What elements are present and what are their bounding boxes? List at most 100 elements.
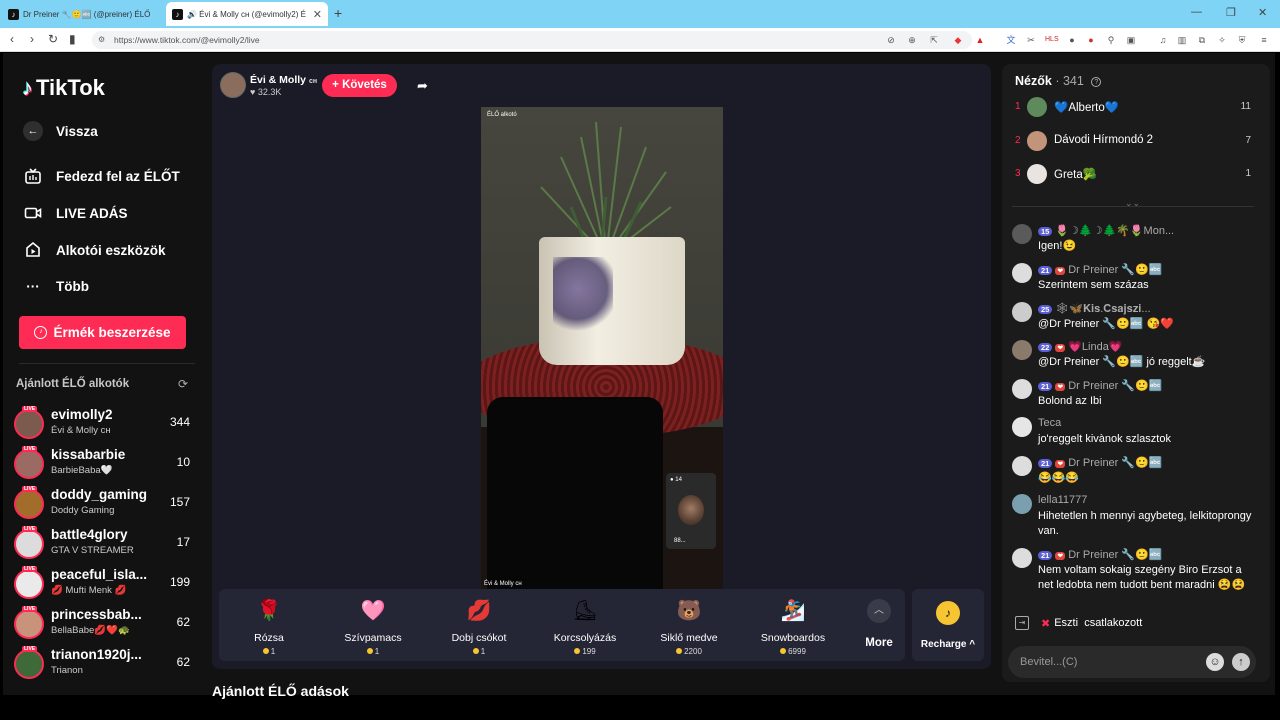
creator-item[interactable]: LIVE princessbab... BellaBabe💋❤️🐢 62 [14, 605, 194, 643]
back-arrow-icon[interactable]: ‹ [10, 32, 14, 46]
guest-video[interactable]: ● 14 88... [666, 473, 716, 549]
avatar[interactable] [1012, 379, 1032, 399]
nav-explore-live[interactable]: Fedezd fel az ÉLŐT [23, 166, 180, 186]
tiktok-favicon-icon: ♪ [8, 8, 19, 20]
viewer-count: 199 [169, 575, 190, 589]
top-viewer-row[interactable]: 1 💙Alberto💙 11 [1002, 95, 1270, 119]
creator-item[interactable]: LIVE battle4glory GTA V STREAMER 17 [14, 525, 194, 563]
chat-user[interactable]: 15 🌷☽🌲☽🌲🌴🌷Mon... [1038, 224, 1174, 237]
avatar[interactable] [1012, 302, 1032, 322]
join-user[interactable]: Eszti [1054, 617, 1078, 629]
avatar[interactable] [1012, 224, 1032, 244]
gift-bar: 🌹 Rózsa 1 🩷 Szívpamacs 1 💋 Dobj csókot 1… [219, 589, 905, 661]
music-icon[interactable]: ♫ [1157, 34, 1169, 46]
send-icon[interactable]: ↑ [1232, 653, 1250, 671]
chat-user[interactable]: 25 🕸🦋𝐊𝐢𝐬.𝐂𝐬𝐚𝐣𝐬𝐳𝐢... [1038, 302, 1151, 316]
get-coins-button[interactable]: ♪ Érmék beszerzése [19, 316, 186, 349]
back-button[interactable]: ← Vissza [23, 121, 98, 141]
chat-input[interactable]: Bevitel...(C) ☺ ↑ [1008, 646, 1256, 678]
chat-user[interactable]: 21 ❤ Dr Preiner 🔧🙂🔤 [1038, 379, 1163, 392]
nav-go-live[interactable]: LIVE ADÁS [23, 203, 128, 223]
sidebar-toggle-icon[interactable]: ▥ [1176, 34, 1188, 46]
extension-icon[interactable]: ● [1085, 34, 1097, 46]
avatar[interactable] [1012, 548, 1032, 568]
browser-tab-2-active[interactable]: ♪ 🔊 Évi & Molly ᴄʜ (@evimolly2) É ✕ [166, 2, 328, 26]
avatar[interactable] [1012, 456, 1032, 476]
chat-text: @Dr Preiner 🔧🙂🔤 😘❤️ [1038, 318, 1174, 330]
translate-icon[interactable]: 文 [1005, 34, 1017, 46]
chat-user[interactable]: 21 ❤ Dr Preiner 🔧🙂🔤 [1038, 263, 1163, 276]
extension-icon[interactable]: ● [1066, 34, 1078, 46]
tiktok-logo[interactable]: ♪ TikTok [22, 75, 105, 101]
close-tab-icon[interactable]: ✕ [313, 8, 322, 21]
top-viewer-row[interactable]: 2 Dávodi Hírmondó 2 7 [1002, 129, 1270, 153]
tiktok-page: ♪ TikTok ← Vissza Fedezd fel az ÉLŐT LIV… [3, 53, 1275, 699]
chat-user[interactable]: 21 ❤ Dr Preiner 🔧🙂🔤 [1038, 456, 1163, 469]
creator-subtitle: GTA V STREAMER [51, 545, 134, 556]
recharge-button[interactable]: ♪ Recharge ^ [912, 589, 984, 661]
site-info-icon[interactable]: ⚙ [98, 31, 105, 49]
browser-tab-1[interactable]: ♪ Dr Preiner 🔧🙂🔤 (@preiner) ÉLŐ [2, 2, 162, 26]
reload-icon[interactable]: ↻ [48, 32, 58, 46]
vpn-icon[interactable]: ⛨ [1236, 34, 1248, 46]
lips-icon: 💋 [466, 600, 492, 622]
brave-shield-icon[interactable]: ◆ [952, 34, 964, 46]
host-info[interactable]: Évi & Molly ᴄʜ ♥ 32.3K [220, 72, 317, 98]
creator-item[interactable]: LIVE evimolly2 Évi & Molly ᴄʜ 344 [14, 405, 194, 443]
hls-extension-icon[interactable]: HLS [1045, 34, 1059, 46]
gift-heart-puff[interactable]: 🩷 Szívpamacs 1 [323, 589, 423, 661]
avatar[interactable] [1012, 263, 1032, 283]
extension-icon[interactable]: ✧ [1216, 34, 1228, 46]
extensions-icon[interactable]: ⧉ [1196, 34, 1208, 46]
creator-name: doddy_gaming [51, 487, 148, 502]
share-icon[interactable]: ➦ [417, 78, 428, 94]
nav-creator-tools[interactable]: Alkotói eszközök [23, 240, 166, 260]
url-field[interactable]: ⚙ https://www.tiktok.com/@evimolly2/live [92, 31, 972, 49]
creator-item[interactable]: LIVE kissabarbie BarbieBaba🤍 10 [14, 445, 194, 483]
bookmark-icon[interactable]: ▮ [69, 32, 76, 46]
gift-skates[interactable]: ⛸ Korcsolyázás 199 [535, 589, 635, 661]
close-window-icon[interactable]: ✕ [1258, 6, 1267, 19]
help-icon[interactable]: ? [1091, 77, 1102, 87]
zoom-icon[interactable]: ⊕ [906, 34, 918, 46]
chat-user[interactable]: 21 ❤ Dr Preiner 🔧🙂🔤 [1038, 548, 1163, 561]
enter-icon: ⇥ [1015, 616, 1029, 630]
video-player[interactable]: ÉLŐ alkotó Évi & Molly ᴄʜ ● 14 88... [481, 107, 723, 589]
chevron-down-icon[interactable]: ⌄⌄ [1125, 198, 1140, 209]
camera-off-icon[interactable]: ⊘ [885, 34, 897, 46]
nav-more[interactable]: ··· Több [23, 276, 89, 296]
avatar[interactable] [1012, 340, 1032, 360]
likes-count: ♥ 32.3K [250, 86, 282, 97]
host-avatar[interactable] [220, 72, 246, 98]
creator-item[interactable]: LIVE peaceful_isla... 💋 Mufti Menk 💋 199 [14, 565, 194, 603]
minimize-icon[interactable]: — [1191, 6, 1202, 18]
extension-icon[interactable]: ✂ [1025, 34, 1037, 46]
emoji-icon[interactable]: ☺ [1206, 653, 1224, 671]
more-gifts-button[interactable]: ︿ More [853, 589, 905, 661]
avatar[interactable] [1012, 494, 1032, 514]
chat-user[interactable]: lella11777 [1038, 494, 1087, 506]
chat-user[interactable]: 22 ❤ 💗Linda💗 [1038, 340, 1123, 353]
chat-user[interactable]: Teca [1038, 417, 1061, 429]
creator-item[interactable]: LIVE trianon1920j... Trianon 62 [14, 645, 194, 683]
menu-icon[interactable]: ≡ [1258, 34, 1270, 46]
gift-snowboarder[interactable]: 🏂 Snowboardos 6999 [743, 589, 843, 661]
creator-item[interactable]: LIVE doddy_gaming Doddy Gaming 157 [14, 485, 194, 523]
avatar[interactable] [1012, 417, 1032, 437]
gift-rose[interactable]: 🌹 Rózsa 1 [219, 589, 319, 661]
extension-icon[interactable]: ⚲ [1105, 34, 1117, 46]
refresh-icon[interactable]: ⟳ [178, 377, 188, 391]
top-viewer-row[interactable]: 3 Greta🥦 1 [1002, 162, 1270, 186]
warning-icon[interactable]: ▲ [974, 34, 986, 46]
forward-arrow-icon[interactable]: › [30, 32, 34, 46]
follow-button[interactable]: + Követés [322, 74, 397, 97]
gift-bear[interactable]: 🐻 Siklő medve 2200 [639, 589, 739, 661]
restore-icon[interactable]: ❐ [1226, 6, 1236, 19]
gift-name: Korcsolyázás [553, 632, 617, 644]
extension-icon[interactable]: ▣ [1125, 34, 1137, 46]
new-tab-button[interactable]: + [334, 5, 342, 21]
logo-text: TikTok [36, 75, 105, 100]
gift-kiss[interactable]: 💋 Dobj csókot 1 [429, 589, 529, 661]
share-page-icon[interactable]: ⇱ [928, 34, 940, 46]
creator-name: evimolly2 [51, 407, 113, 422]
